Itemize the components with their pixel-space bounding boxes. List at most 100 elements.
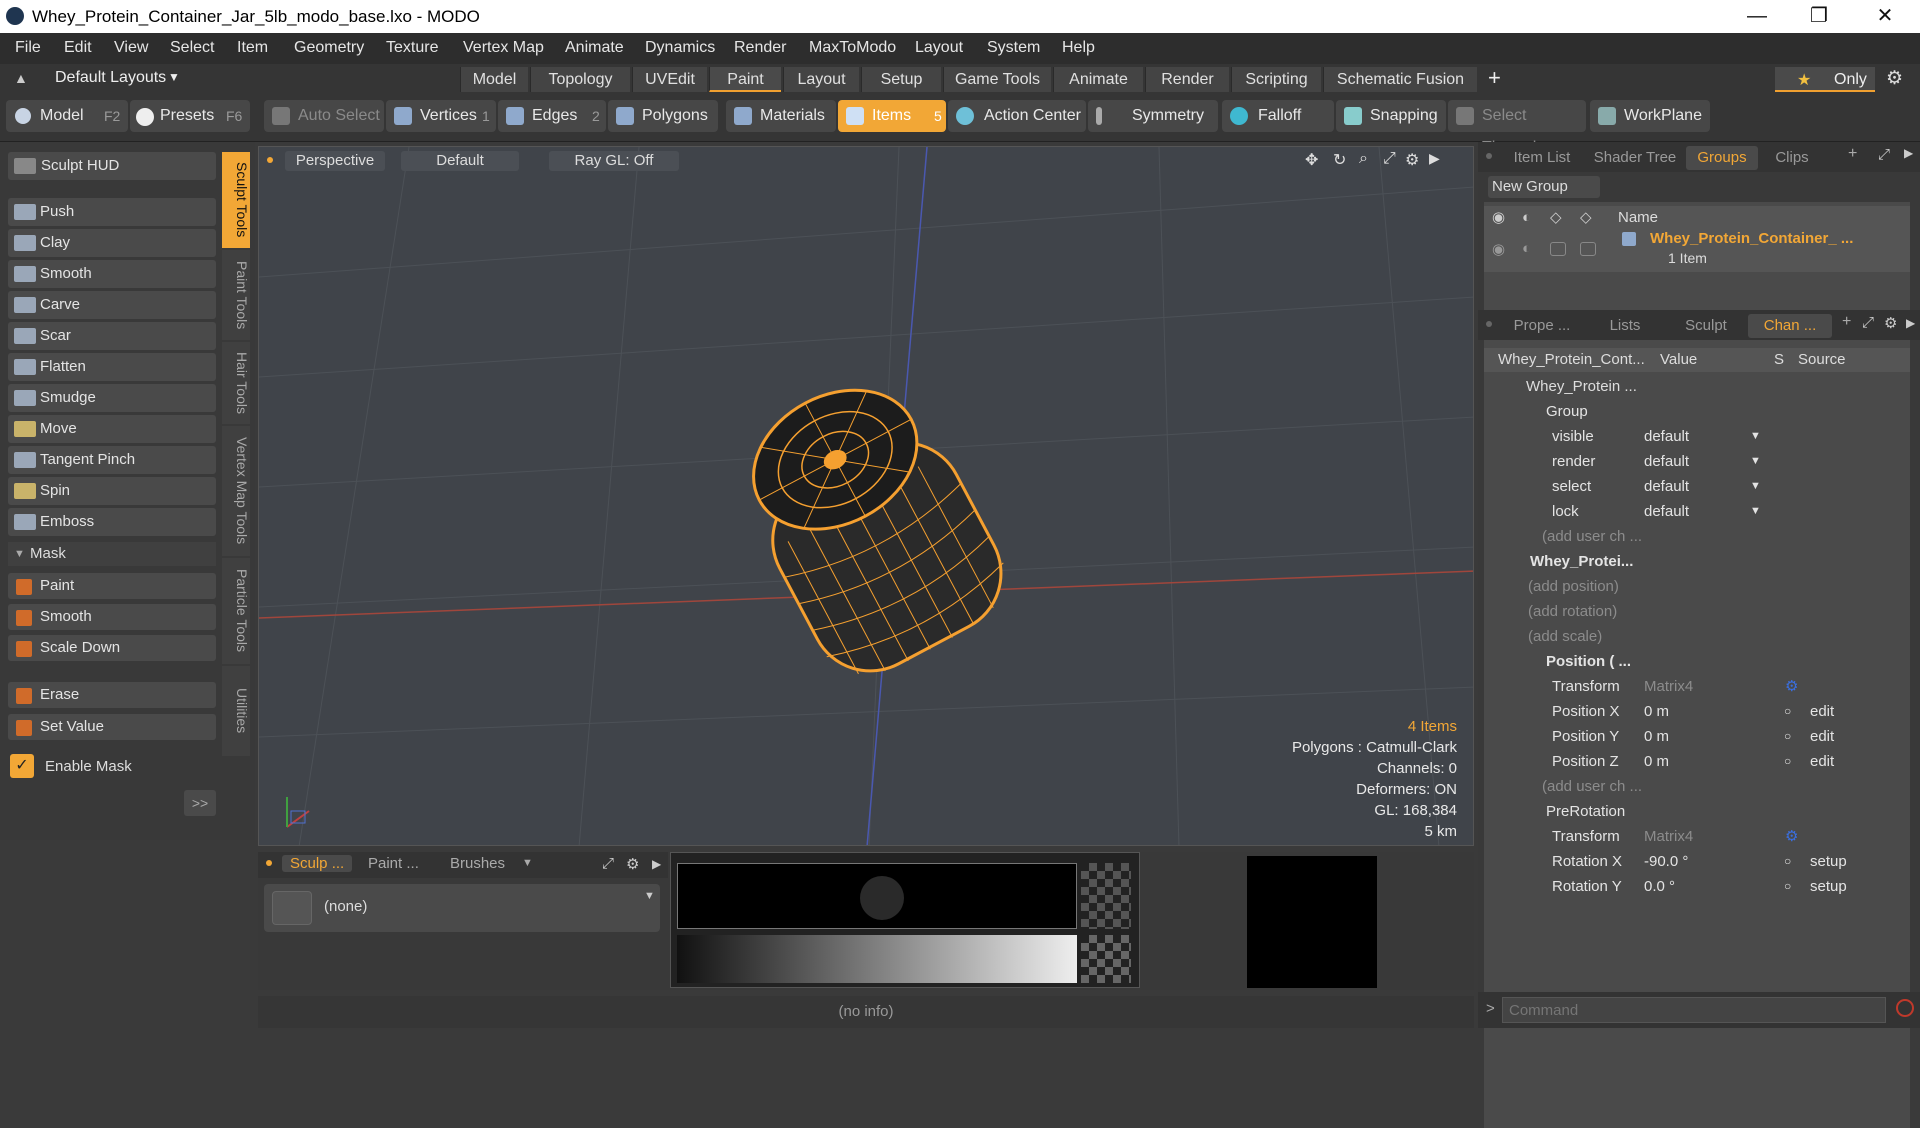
raygl-toggle[interactable]: Ray GL: Off	[549, 151, 679, 171]
view-perspective-dropdown[interactable]: Perspective	[285, 151, 385, 171]
channel-row[interactable]: Whey_Protein ...	[1494, 374, 1904, 399]
tool-push[interactable]: Push	[8, 198, 216, 226]
menu-system[interactable]: System	[987, 39, 1040, 57]
menu-select[interactable]: Select	[170, 39, 214, 57]
channel-row[interactable]: PreRotation	[1494, 799, 1904, 824]
brush-preset-field[interactable]: (none) ▼	[264, 884, 660, 932]
channel-row[interactable]: Rotation Y 0.0 ° ○ setup	[1494, 874, 1904, 899]
new-group-button[interactable]: New Group	[1488, 176, 1600, 198]
tool-carve[interactable]: Carve	[8, 291, 216, 319]
tab-item-list[interactable]: Item List	[1500, 146, 1584, 170]
play-arrow-icon[interactable]: ▶	[1429, 150, 1440, 167]
tool-flatten[interactable]: Flatten	[8, 353, 216, 381]
state-circle-icon[interactable]: ○	[1784, 849, 1791, 874]
panel-gear-icon[interactable]: ⚙	[626, 855, 639, 873]
action-center-button[interactable]: Action Center	[948, 100, 1086, 132]
row-value[interactable]: 0 m	[1644, 699, 1669, 724]
tab-sculpt-brushes[interactable]: Sculp ...	[282, 855, 353, 872]
tab-render[interactable]: Render	[1145, 67, 1229, 92]
tab-lists[interactable]: Lists	[1586, 314, 1664, 338]
pan-icon[interactable]: ✥	[1305, 150, 1318, 170]
row-value[interactable]: 0 m	[1644, 749, 1669, 774]
tab-model[interactable]: Model	[460, 67, 528, 92]
tab-clips[interactable]: Clips	[1760, 146, 1824, 170]
tab-schematic-fusion[interactable]: Schematic Fusion	[1323, 67, 1477, 92]
tab-animate[interactable]: Animate	[1053, 67, 1143, 92]
add-tab-icon[interactable]: +	[1488, 65, 1501, 91]
record-icon[interactable]	[1896, 999, 1914, 1017]
select-through-button[interactable]: Select Through	[1448, 100, 1586, 156]
channel-row[interactable]: (add user ch ...	[1494, 774, 1904, 799]
view-gear-icon[interactable]: ⚙	[1405, 150, 1419, 170]
channel-row[interactable]: Position Z 0 m ○ edit	[1494, 749, 1904, 774]
panel-dot[interactable]	[1486, 153, 1492, 159]
arrow-icon[interactable]: ▶	[1904, 146, 1913, 160]
close-button[interactable]: ✕	[1862, 2, 1908, 30]
mask-header[interactable]: ▼ Mask	[8, 542, 216, 566]
auto-select-button[interactable]: Auto Select	[264, 100, 384, 132]
tab-topology[interactable]: Topology	[530, 67, 630, 92]
panel-expand-icon[interactable]: ⤢	[602, 855, 614, 872]
layout-up-icon[interactable]: ▲	[14, 70, 28, 86]
expand-icon-2[interactable]: ⤢	[1862, 314, 1874, 331]
mask-scale-down[interactable]: Scale Down	[8, 635, 216, 661]
menu-layout[interactable]: Layout	[915, 39, 963, 57]
matrix-link-icon[interactable]: ⚙	[1785, 824, 1798, 849]
channel-row[interactable]: Whey_Protei...	[1494, 549, 1904, 574]
vertices-button[interactable]: Vertices 1	[386, 100, 496, 132]
model-mode-button[interactable]: Model F2	[6, 100, 128, 132]
falloff-button[interactable]: Falloff	[1222, 100, 1334, 132]
tab-scripting[interactable]: Scripting	[1231, 67, 1321, 92]
tab-uvedit[interactable]: UVEdit	[632, 67, 707, 92]
shading-default-dropdown[interactable]: Default	[401, 151, 519, 171]
vtab-paint-tools[interactable]: Paint Tools	[222, 250, 250, 340]
menu-dynamics[interactable]: Dynamics	[645, 39, 715, 57]
add-tab-icon-2[interactable]: +	[1842, 313, 1851, 331]
menu-file[interactable]: File	[15, 39, 41, 57]
zoom-icon[interactable]: ⌕	[1359, 150, 1368, 168]
set-value-button[interactable]: Set Value	[8, 714, 216, 740]
channel-row[interactable]: (add rotation)	[1494, 599, 1904, 624]
tool-tangent-pinch[interactable]: Tangent Pinch	[8, 446, 216, 474]
tab-dropdown-icon[interactable]: ▼	[522, 857, 533, 869]
sculpt-hud-button[interactable]: Sculpt HUD	[8, 152, 216, 180]
tool-emboss[interactable]: Emboss	[8, 508, 216, 536]
items-button[interactable]: Items 5	[838, 100, 946, 132]
state-circle-icon[interactable]: ○	[1784, 749, 1791, 774]
channel-row[interactable]: (add user ch ...	[1494, 524, 1904, 549]
row-value[interactable]: default	[1644, 424, 1689, 449]
tab-groups[interactable]: Groups	[1686, 146, 1758, 170]
channel-row[interactable]: Position X 0 m ○ edit	[1494, 699, 1904, 724]
vtab-particle-tools[interactable]: Particle Tools	[222, 558, 250, 664]
row-select-box[interactable]	[1580, 242, 1596, 256]
vtab-vertex-map-tools[interactable]: Vertex Map Tools	[222, 426, 250, 556]
value-dropdown-icon[interactable]: ▼	[1750, 449, 1761, 474]
state-circle-icon[interactable]: ○	[1784, 874, 1791, 899]
gear-icon-2[interactable]: ⚙	[1884, 314, 1897, 332]
menu-render[interactable]: Render	[734, 39, 786, 57]
menu-vertex-map[interactable]: Vertex Map	[463, 39, 544, 57]
channel-row[interactable]: Position Y 0 m ○ edit	[1494, 724, 1904, 749]
tab-properties[interactable]: Prope ...	[1500, 314, 1584, 338]
tool-clay[interactable]: Clay	[8, 229, 216, 257]
value-dropdown-icon[interactable]: ▼	[1750, 474, 1761, 499]
tab-layout[interactable]: Layout	[783, 67, 859, 92]
menu-geometry[interactable]: Geometry	[294, 39, 364, 57]
menu-item[interactable]: Item	[237, 39, 268, 57]
tool-smudge[interactable]: Smudge	[8, 384, 216, 412]
row-lock-box[interactable]	[1550, 242, 1566, 256]
rotate-icon[interactable]: ↻	[1333, 150, 1346, 170]
workplane-button[interactable]: WorkPlane	[1590, 100, 1710, 132]
row-value[interactable]: 0.0 °	[1644, 874, 1675, 899]
menu-texture[interactable]: Texture	[386, 39, 438, 57]
tool-move[interactable]: Move	[8, 415, 216, 443]
presets-button[interactable]: Presets F6	[130, 100, 250, 132]
channel-row[interactable]: (add scale)	[1494, 624, 1904, 649]
row-value[interactable]: default	[1644, 449, 1689, 474]
row-value[interactable]: default	[1644, 499, 1689, 524]
arrow-icon-2[interactable]: ▶	[1906, 316, 1915, 330]
menu-animate[interactable]: Animate	[565, 39, 624, 57]
tab-brushes[interactable]: Brushes	[450, 855, 505, 872]
symmetry-button[interactable]: Symmetry	[1088, 100, 1218, 132]
mask-smooth[interactable]: Smooth	[8, 604, 216, 630]
